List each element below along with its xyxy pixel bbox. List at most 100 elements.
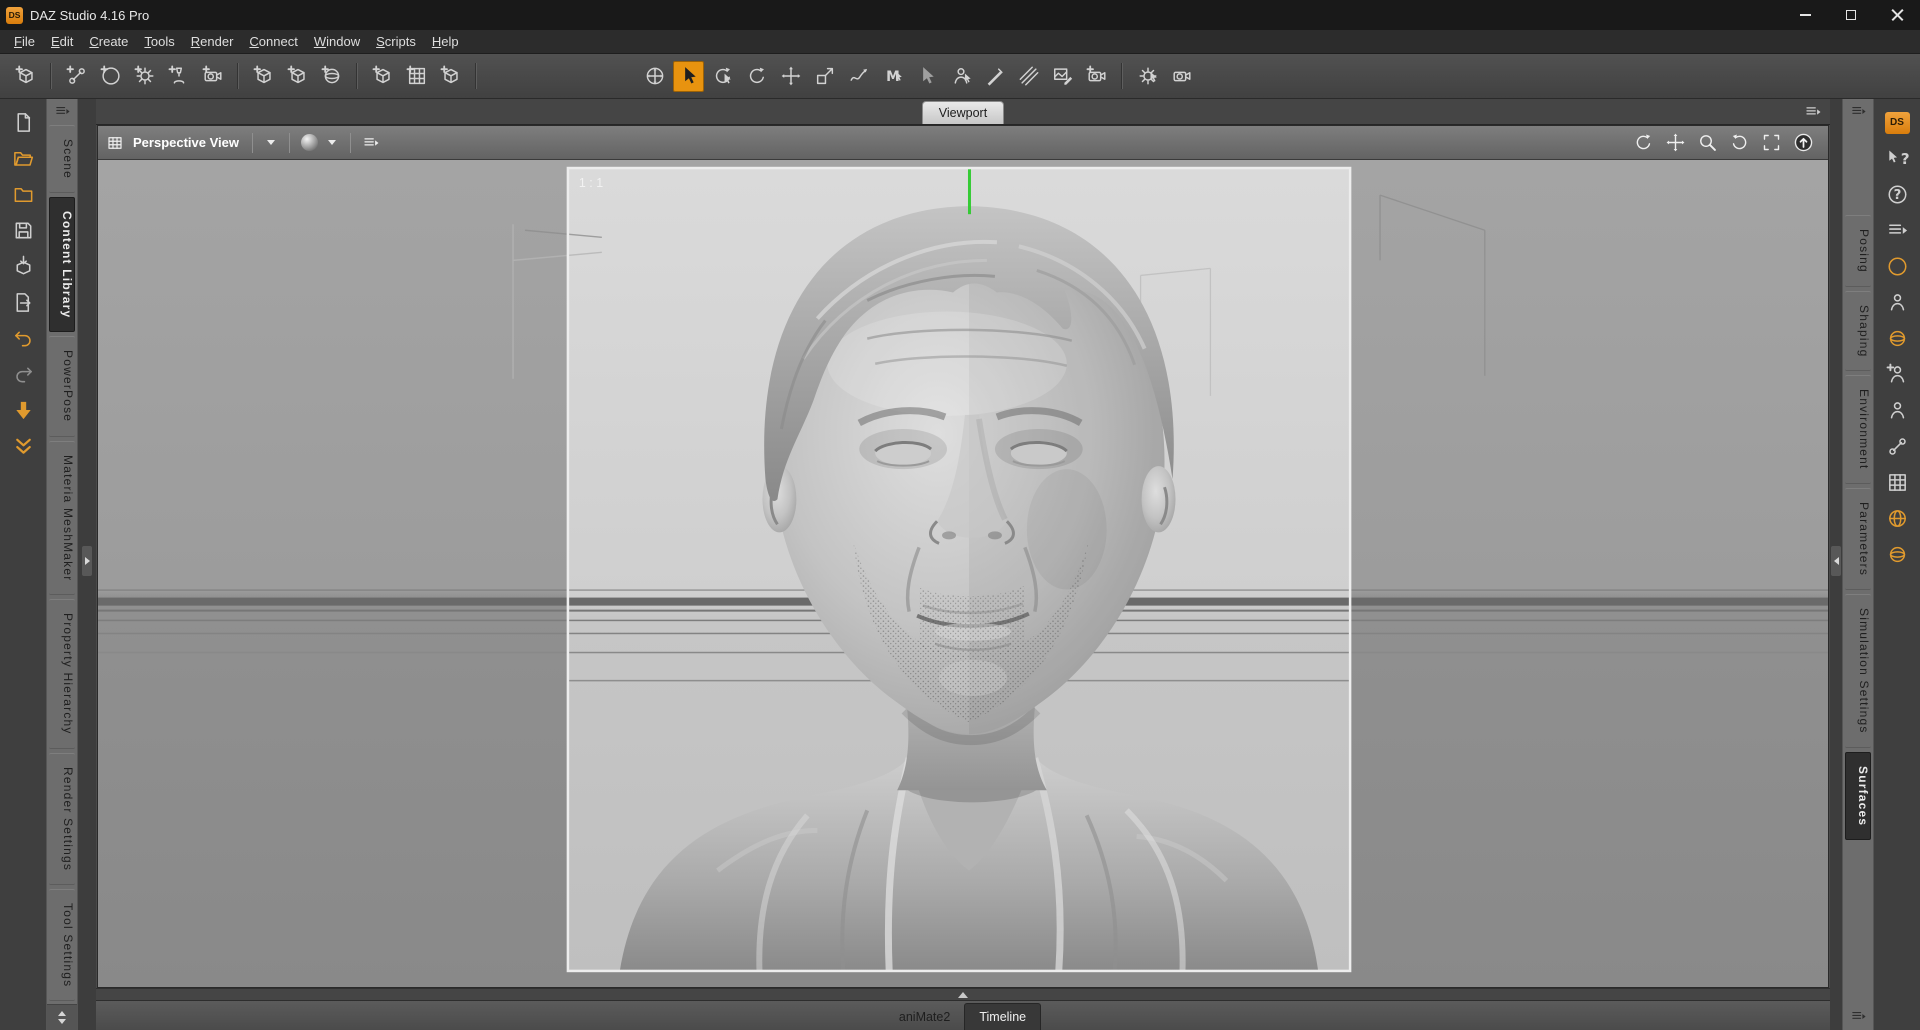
right-pane-collapse-handle[interactable] bbox=[1831, 545, 1841, 576]
export-file-button[interactable] bbox=[8, 289, 38, 316]
menu-help[interactable]: Help bbox=[424, 31, 467, 52]
geometry-editor-tool-button[interactable] bbox=[877, 61, 908, 92]
menu-connect[interactable]: Connect bbox=[241, 31, 305, 52]
polygon-group-edit-tool-button[interactable] bbox=[911, 61, 942, 92]
menu-render[interactable]: Render bbox=[183, 31, 242, 52]
create-new-bone-button[interactable] bbox=[61, 61, 92, 92]
duplicate-node-button[interactable] bbox=[435, 61, 466, 92]
create-new-primitive-button[interactable] bbox=[316, 61, 347, 92]
new-file-button[interactable] bbox=[8, 109, 38, 136]
whats-this-button[interactable] bbox=[1882, 145, 1912, 172]
dock-expand-handle[interactable] bbox=[958, 991, 968, 998]
menu-create[interactable]: Create bbox=[81, 31, 136, 52]
drawstyle-dropdown-chevron-icon[interactable] bbox=[328, 140, 336, 145]
undo-button[interactable] bbox=[8, 325, 38, 352]
viewport-pane-options-button[interactable] bbox=[1804, 103, 1822, 121]
help-button[interactable] bbox=[1882, 181, 1912, 208]
tab-materia-meshmaker[interactable]: Materia MeshMaker bbox=[49, 440, 75, 595]
import-file-button[interactable] bbox=[8, 253, 38, 280]
tab-viewport[interactable]: Viewport bbox=[921, 101, 1005, 124]
scroll-up-arrow[interactable] bbox=[58, 1011, 66, 1016]
figure-shaping-button[interactable] bbox=[1882, 397, 1912, 424]
create-new-cube-button[interactable] bbox=[248, 61, 279, 92]
close-button[interactable] bbox=[1874, 0, 1920, 30]
right-dock-pane-options-button[interactable] bbox=[1843, 99, 1873, 123]
frame-camera-icon[interactable] bbox=[1761, 132, 1782, 153]
camera-dropdown-chevron-icon[interactable] bbox=[267, 140, 275, 145]
rotate-camera-icon[interactable] bbox=[1729, 132, 1750, 153]
create-new-gear-button[interactable] bbox=[129, 61, 160, 92]
redo-button[interactable] bbox=[8, 361, 38, 388]
open-file-button[interactable] bbox=[8, 145, 38, 172]
figure-armature-button[interactable] bbox=[1882, 433, 1912, 460]
scene-navigator-tool-button[interactable] bbox=[707, 61, 738, 92]
tab-environment[interactable]: Environment bbox=[1845, 375, 1871, 484]
menu-edit[interactable]: Edit bbox=[43, 31, 81, 52]
create-new-camera-button[interactable] bbox=[197, 61, 228, 92]
rotate-tool-button[interactable] bbox=[741, 61, 772, 92]
figure-pose-button[interactable] bbox=[1882, 361, 1912, 388]
tab-content-library[interactable]: Content Library bbox=[49, 197, 75, 333]
reset-camera-icon[interactable] bbox=[1793, 132, 1814, 153]
left-pane-collapse-handle[interactable] bbox=[82, 545, 92, 576]
spot-render-tool-button[interactable] bbox=[1081, 61, 1112, 92]
lessons-pane-button[interactable] bbox=[1882, 217, 1912, 244]
figure-selection-tool-button[interactable] bbox=[945, 61, 976, 92]
bottom-pane-options-button[interactable] bbox=[1843, 1004, 1873, 1028]
tool-options-button[interactable] bbox=[1132, 61, 1163, 92]
render-camera-button[interactable] bbox=[1166, 61, 1197, 92]
create-new-instance-button[interactable] bbox=[367, 61, 398, 92]
tab-timeline[interactable]: Timeline bbox=[964, 1003, 1042, 1030]
create-new-null-button[interactable] bbox=[95, 61, 126, 92]
merge-file-button[interactable] bbox=[8, 181, 38, 208]
tab-scene[interactable]: Scene bbox=[49, 125, 75, 194]
menu-tools[interactable]: Tools bbox=[136, 31, 182, 52]
tab-simulation-settings[interactable]: Simulation Settings bbox=[1845, 593, 1871, 748]
tab-animate2[interactable]: aniMate2 bbox=[885, 1004, 964, 1030]
camera-selector-label[interactable]: Perspective View bbox=[133, 135, 239, 150]
tab-surfaces[interactable]: Surfaces bbox=[1845, 751, 1871, 840]
left-dock-pane-options-button[interactable] bbox=[47, 99, 77, 123]
info-pane-button[interactable] bbox=[1882, 253, 1912, 280]
right-splitter[interactable] bbox=[1830, 99, 1842, 1030]
viewport-canvas[interactable]: 1 : 1 bbox=[98, 160, 1828, 987]
tab-posing[interactable]: Posing bbox=[1845, 215, 1871, 287]
menu-scripts[interactable]: Scripts bbox=[368, 31, 424, 52]
translate-tool-button[interactable] bbox=[775, 61, 806, 92]
save-file-button[interactable] bbox=[8, 217, 38, 244]
mesh-grid-button[interactable] bbox=[1882, 469, 1912, 496]
tab-render-settings[interactable]: Render Settings bbox=[49, 752, 75, 885]
left-splitter[interactable] bbox=[78, 99, 96, 1030]
region-navigator-tool-button[interactable] bbox=[1047, 61, 1078, 92]
install-content-button[interactable] bbox=[8, 433, 38, 460]
scroll-down-arrow[interactable] bbox=[58, 1019, 66, 1024]
weight-map-brush-tool-button[interactable] bbox=[1013, 61, 1044, 92]
maximize-button[interactable] bbox=[1828, 0, 1874, 30]
tab-powerpose[interactable]: PowerPose bbox=[49, 336, 75, 437]
viewport-menu-icon[interactable] bbox=[362, 134, 380, 152]
tab-parameters[interactable]: Parameters bbox=[1845, 487, 1871, 590]
node-selection-tool-button[interactable] bbox=[673, 60, 704, 92]
pan-camera-icon[interactable] bbox=[1665, 132, 1686, 153]
drawstyle-sphere-icon[interactable] bbox=[301, 134, 318, 151]
daz-store-button[interactable]: DS bbox=[1882, 109, 1912, 136]
scale-tool-button[interactable] bbox=[809, 61, 840, 92]
download-queue-button[interactable] bbox=[8, 397, 38, 424]
environment-button[interactable] bbox=[1882, 505, 1912, 532]
create-new-node-button[interactable] bbox=[10, 61, 41, 92]
minimize-button[interactable] bbox=[1782, 0, 1828, 30]
menu-file[interactable]: File bbox=[6, 31, 43, 52]
create-instance-group-button[interactable] bbox=[401, 61, 432, 92]
material-ball-button[interactable] bbox=[1882, 325, 1912, 352]
surfaces-ball-button[interactable] bbox=[1882, 541, 1912, 568]
geometry-cutout-tool-button[interactable] bbox=[979, 61, 1010, 92]
universal-manipulator-tool-button[interactable] bbox=[639, 61, 670, 92]
orbit-camera-icon[interactable] bbox=[1633, 132, 1654, 153]
create-new-spotlight-button[interactable] bbox=[163, 61, 194, 92]
zoom-camera-icon[interactable] bbox=[1697, 132, 1718, 153]
tab-property-hierarchy[interactable]: Property Hierarchy bbox=[49, 598, 75, 749]
menu-window[interactable]: Window bbox=[306, 31, 368, 52]
create-new-group-button[interactable] bbox=[282, 61, 313, 92]
dforce-brush-tool-button[interactable] bbox=[843, 61, 874, 92]
pose-presets-button[interactable] bbox=[1882, 289, 1912, 316]
